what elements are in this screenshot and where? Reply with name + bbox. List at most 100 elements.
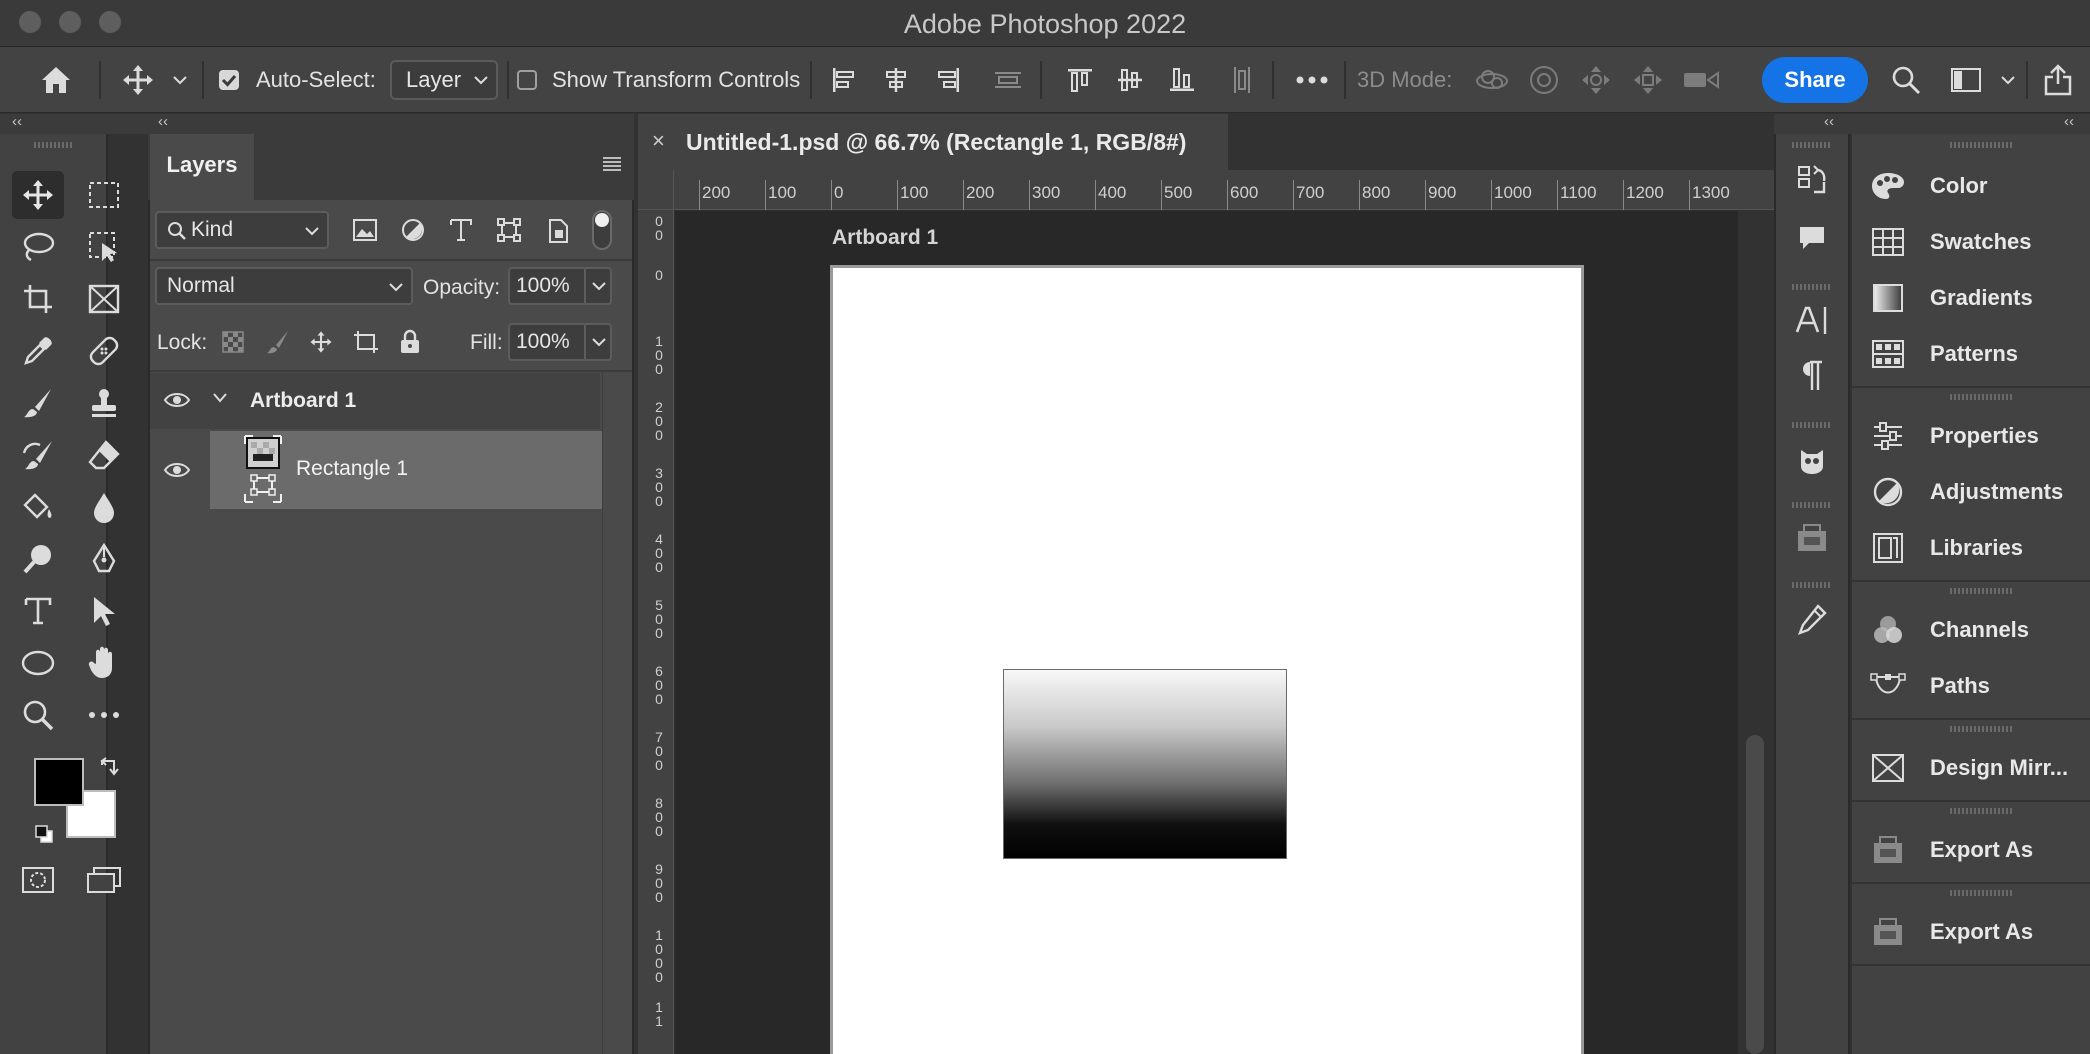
design-mirror-panel-tab[interactable]: Design Mirr... bbox=[1868, 746, 2090, 790]
rectangular-marquee-tool[interactable] bbox=[78, 171, 130, 219]
filter-adjustment-layers-button[interactable] bbox=[401, 218, 425, 242]
swap-colors-button[interactable] bbox=[98, 757, 120, 777]
collapse-layers-icon[interactable]: ‹‹ bbox=[158, 113, 168, 130]
zoom-tool[interactable] bbox=[12, 691, 64, 739]
clone-stamp-tool[interactable] bbox=[78, 379, 130, 427]
align-right-edges-button[interactable] bbox=[930, 59, 966, 101]
artboard-expand-chevron[interactable] bbox=[212, 392, 228, 404]
more-options-button[interactable] bbox=[1292, 59, 1332, 101]
filter-smart-objects-button[interactable] bbox=[547, 218, 569, 244]
brush-settings-panel-button[interactable] bbox=[1786, 596, 1838, 644]
layer-visibility-toggle[interactable] bbox=[163, 390, 191, 410]
foreground-color-swatch[interactable] bbox=[34, 758, 84, 806]
plugins-panel-button[interactable] bbox=[1786, 436, 1838, 484]
align-horizontal-centers-button[interactable] bbox=[878, 59, 914, 101]
3d-pan-button[interactable] bbox=[1576, 59, 1616, 101]
export-panel-button[interactable] bbox=[1786, 514, 1838, 562]
lasso-tool[interactable] bbox=[12, 223, 64, 271]
collapse-right-panel-icon[interactable]: ‹‹ bbox=[2064, 113, 2074, 130]
align-bottom-edges-button[interactable] bbox=[1164, 59, 1200, 101]
filter-type-layers-button[interactable] bbox=[449, 218, 473, 242]
align-left-edges-button[interactable] bbox=[826, 59, 862, 101]
gradients-panel-tab[interactable]: Gradients bbox=[1868, 276, 2090, 320]
layers-panel-menu-button[interactable] bbox=[602, 156, 622, 172]
distribute-horizontal-button[interactable] bbox=[1224, 59, 1260, 101]
edit-toolbar-button[interactable] bbox=[78, 691, 130, 739]
export-share-button[interactable] bbox=[2038, 59, 2078, 101]
3d-slide-button[interactable] bbox=[1628, 59, 1668, 101]
color-panel-tab[interactable]: Color bbox=[1868, 164, 2090, 208]
export-as-panel-tab-2[interactable]: Export As bbox=[1868, 910, 2090, 954]
fill-slider-button[interactable] bbox=[584, 325, 612, 359]
canvas-scroll-thumb[interactable] bbox=[1746, 735, 1764, 1054]
screen-mode-button[interactable] bbox=[78, 856, 130, 904]
layer-visibility-toggle[interactable] bbox=[163, 460, 191, 480]
auto-select-checkbox[interactable] bbox=[219, 70, 239, 90]
comments-panel-button[interactable] bbox=[1786, 214, 1838, 262]
share-button[interactable]: Share bbox=[1762, 57, 1868, 103]
ruler-origin[interactable] bbox=[638, 170, 674, 210]
collapse-mid-strip-icon[interactable]: ‹‹ bbox=[1824, 113, 1834, 130]
channels-panel-tab[interactable]: Channels bbox=[1868, 608, 2090, 652]
export-as-panel-tab[interactable]: Export As bbox=[1868, 828, 2090, 872]
eyedropper-tool[interactable] bbox=[12, 327, 64, 375]
opacity-slider-button[interactable] bbox=[584, 269, 612, 303]
eraser-tool[interactable] bbox=[78, 431, 130, 479]
filter-pixel-layers-button[interactable] bbox=[352, 218, 378, 242]
lock-image-pixels-button[interactable] bbox=[266, 330, 290, 354]
default-colors-button[interactable] bbox=[34, 824, 54, 844]
search-button[interactable] bbox=[1886, 59, 1926, 101]
libraries-panel-tab[interactable]: Libraries bbox=[1868, 526, 2090, 570]
lock-artboard-nesting-button[interactable] bbox=[353, 330, 379, 354]
filter-toggle-switch[interactable] bbox=[592, 210, 612, 250]
brush-tool[interactable] bbox=[12, 379, 64, 427]
paragraph-panel-button[interactable] bbox=[1786, 352, 1838, 400]
align-top-edges-button[interactable] bbox=[1062, 59, 1098, 101]
collapse-toolbar-icon[interactable]: ‹‹ bbox=[12, 113, 22, 130]
ellipse-tool[interactable] bbox=[12, 639, 64, 687]
auto-select-dropdown[interactable]: Layer bbox=[390, 60, 498, 100]
artboard-title[interactable]: Artboard 1 bbox=[832, 226, 938, 250]
lock-transparent-pixels-button[interactable] bbox=[222, 331, 244, 353]
workspace-switcher-button[interactable] bbox=[1946, 59, 1986, 101]
3d-scale-button[interactable] bbox=[1680, 59, 1724, 101]
adjustments-panel-tab[interactable]: Adjustments bbox=[1868, 470, 2090, 514]
distribute-vertical-button[interactable] bbox=[990, 59, 1026, 101]
workspace-dropdown[interactable] bbox=[1996, 59, 2020, 101]
history-panel-button[interactable] bbox=[1786, 156, 1838, 204]
tab-layers[interactable]: Layers bbox=[150, 134, 254, 200]
tool-preset-dropdown[interactable] bbox=[168, 59, 192, 101]
healing-brush-tool[interactable] bbox=[78, 327, 130, 375]
quick-mask-button[interactable] bbox=[12, 856, 64, 904]
3d-orbit-button[interactable] bbox=[1472, 59, 1512, 101]
lock-all-button[interactable] bbox=[399, 329, 421, 355]
dodge-tool[interactable] bbox=[12, 535, 64, 583]
history-brush-tool[interactable] bbox=[12, 431, 64, 479]
hand-tool[interactable] bbox=[78, 639, 130, 687]
align-vertical-centers-button[interactable] bbox=[1112, 59, 1148, 101]
layer-filter-kind-dropdown[interactable]: Kind bbox=[155, 211, 329, 249]
properties-panel-tab[interactable]: Properties bbox=[1868, 414, 2090, 458]
artboard-canvas[interactable] bbox=[830, 265, 1584, 1054]
patterns-panel-tab[interactable]: Patterns bbox=[1868, 332, 2090, 376]
show-transform-controls-checkbox[interactable] bbox=[517, 70, 537, 90]
lock-position-button[interactable] bbox=[309, 330, 333, 354]
frame-tool[interactable] bbox=[78, 275, 130, 323]
pen-tool[interactable] bbox=[78, 535, 130, 583]
move-tool-preset-button[interactable] bbox=[118, 59, 158, 101]
move-tool[interactable] bbox=[12, 171, 64, 219]
blend-mode-dropdown[interactable]: Normal bbox=[155, 267, 413, 305]
layers-scrollbar[interactable] bbox=[602, 373, 632, 1054]
home-button[interactable] bbox=[34, 59, 78, 101]
paint-bucket-tool[interactable] bbox=[12, 483, 64, 531]
path-selection-tool[interactable] bbox=[78, 587, 130, 635]
paths-panel-tab[interactable]: Paths bbox=[1868, 664, 2090, 708]
crop-tool[interactable] bbox=[12, 275, 64, 323]
object-selection-tool[interactable] bbox=[78, 223, 130, 271]
swatches-panel-tab[interactable]: Swatches bbox=[1868, 220, 2090, 264]
filter-shape-layers-button[interactable] bbox=[497, 218, 521, 242]
rectangle-1-shape[interactable] bbox=[1003, 669, 1287, 859]
close-document-button[interactable]: × bbox=[652, 128, 665, 154]
character-panel-button[interactable] bbox=[1786, 296, 1838, 344]
blur-tool[interactable] bbox=[78, 483, 130, 531]
